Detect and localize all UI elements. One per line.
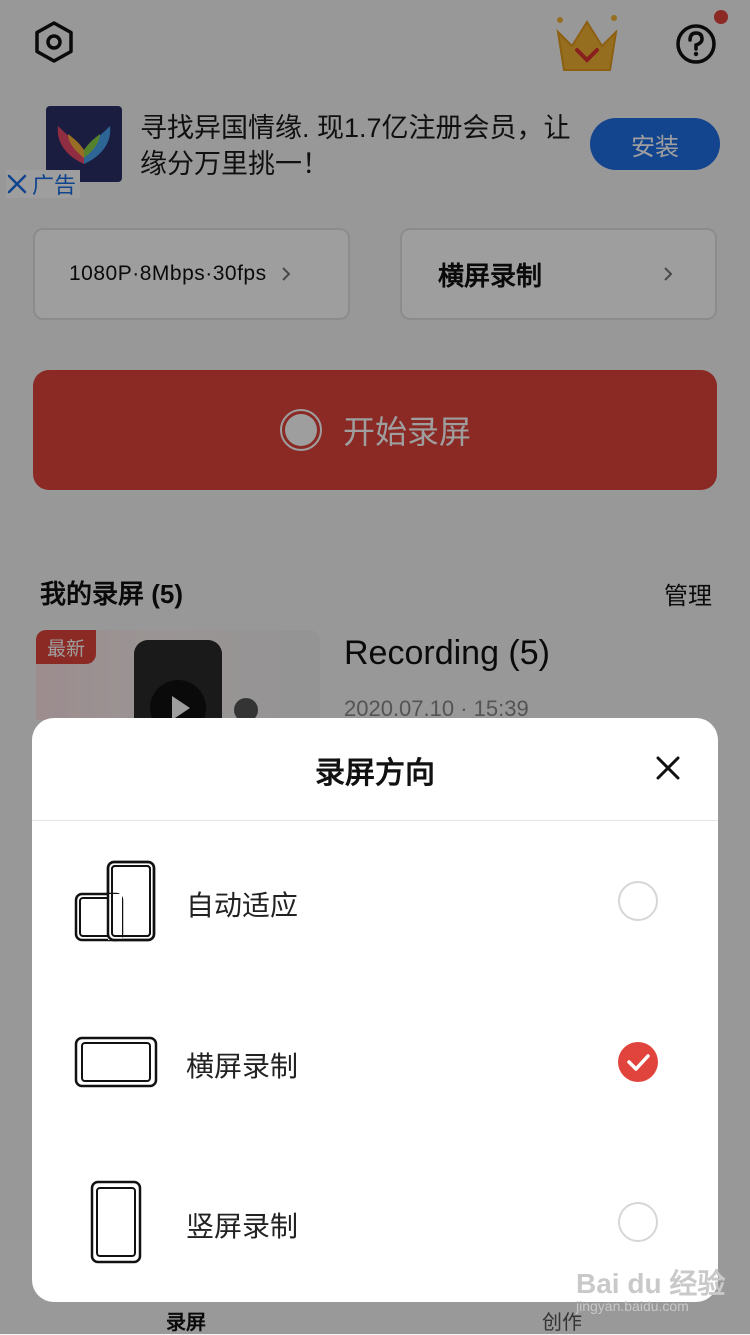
portrait-phone-icon [90,1180,142,1264]
option-auto-radio[interactable] [618,881,658,921]
baidu-watermark-url: jingyan.baidu.com [576,1298,689,1314]
checkmark-icon [627,1054,650,1071]
baidu-watermark: Bai du 经验 [576,1268,726,1299]
sheet-divider [32,820,718,821]
option-portrait-label: 竖屏录制 [186,1211,299,1242]
sheet-close-button[interactable] [646,746,690,790]
close-icon [656,756,680,780]
auto-rotate-phone-icon [74,860,156,942]
sheet-title: 录屏方向 [315,757,435,790]
option-landscape-label: 横屏录制 [186,1051,299,1082]
landscape-phone-icon [74,1036,158,1088]
option-landscape-radio[interactable] [618,1042,658,1082]
option-auto-label: 自动适应 [186,890,299,921]
option-portrait-radio[interactable] [618,1202,658,1242]
